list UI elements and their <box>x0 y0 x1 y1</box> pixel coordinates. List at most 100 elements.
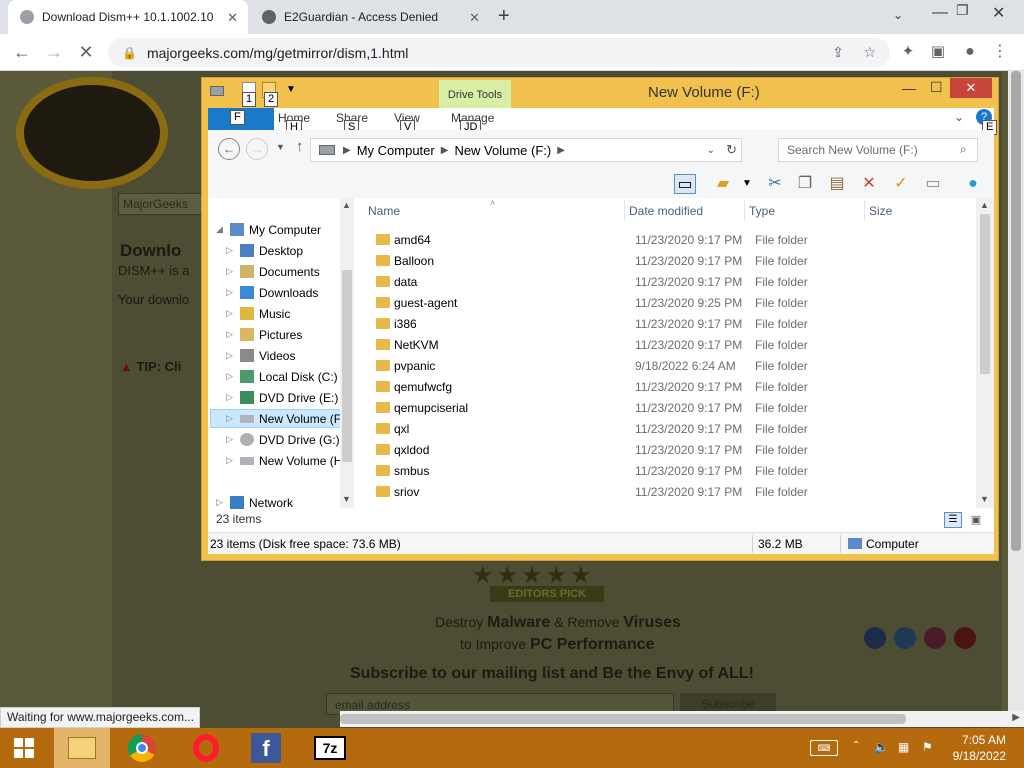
collapsed-icon[interactable]: ▷ <box>226 350 236 361</box>
browser-tab-active[interactable]: Download Dism++ 10.1.1002.10 ✕ <box>8 0 248 34</box>
close-icon[interactable]: ✕ <box>950 78 992 98</box>
expanded-icon[interactable]: ◢ <box>216 224 226 235</box>
stop-icon[interactable]: ✕ <box>74 40 98 64</box>
share-icon[interactable]: ⇪ <box>832 44 844 61</box>
scrollbar-thumb[interactable] <box>980 214 990 374</box>
start-button[interactable] <box>0 728 48 768</box>
dropdown-icon[interactable]: ▼ <box>736 174 758 194</box>
table-row[interactable]: guest-agent 11/23/2020 9:25 PM File folder <box>368 292 968 313</box>
paste-icon[interactable]: ▤ <box>826 174 848 194</box>
chevron-down-icon[interactable]: ⌄ <box>707 145 715 156</box>
explorer-titlebar[interactable]: 1 2 ▼ Drive Tools New Volume (F:) — ☐ ✕ <box>202 78 998 108</box>
collapsed-icon[interactable]: ▷ <box>226 371 236 382</box>
nav-item-dvd-e[interactable]: ▷ DVD Drive (E:) <box>226 388 338 407</box>
nav-item-videos[interactable]: ▷ Videos <box>226 346 295 365</box>
address-bar[interactable]: 🔒 majorgeeks.com/mg/getmirror/dism,1.htm… <box>108 38 890 67</box>
extensions-icon[interactable]: ✦ <box>896 40 920 64</box>
collapsed-icon[interactable]: ▷ <box>216 497 226 508</box>
instagram-icon[interactable] <box>924 627 946 649</box>
forward-icon[interactable]: → <box>42 40 66 64</box>
table-row[interactable]: sriov 11/23/2020 9:17 PM File folder <box>368 481 968 502</box>
large-icons-view-icon[interactable]: ▣ <box>968 512 984 528</box>
chrome-taskbar-button[interactable] <box>114 728 170 768</box>
show-hidden-icons-icon[interactable]: ⌃ <box>852 740 868 756</box>
scroll-right-icon[interactable]: ▶ <box>1012 712 1020 723</box>
details-view-icon[interactable]: ☰ <box>944 512 962 528</box>
tab-search-icon[interactable]: ⌄ <box>893 8 903 22</box>
search-icon[interactable]: ⌕ <box>960 142 967 157</box>
scroll-up-icon[interactable]: ▲ <box>980 200 989 210</box>
table-row[interactable]: smbus 11/23/2020 9:17 PM File folder <box>368 460 968 481</box>
keyboard-icon[interactable]: ⌨ <box>810 740 838 756</box>
file-scrollbar[interactable]: ▲ ▼ <box>976 198 994 508</box>
7zip-taskbar-button[interactable]: 7z <box>302 728 358 768</box>
nav-item-downloads[interactable]: ▷ Downloads <box>226 283 318 302</box>
delete-icon[interactable]: ✕ <box>858 174 880 194</box>
collapsed-icon[interactable]: ▷ <box>226 392 236 403</box>
nav-scrollbar[interactable]: ▲ ▼ <box>340 198 354 508</box>
file-explorer-taskbar-button[interactable] <box>54 728 110 768</box>
close-tab-icon[interactable]: ✕ <box>469 10 480 26</box>
nav-item-new-volume-f[interactable]: ▷ New Volume (F:) <box>210 409 352 428</box>
copy-icon[interactable]: ❐ <box>794 174 816 194</box>
table-row[interactable]: i386 11/23/2020 9:17 PM File folder <box>368 313 968 334</box>
table-row[interactable]: qemufwcfg 11/23/2020 9:17 PM File folder <box>368 376 968 397</box>
expand-ribbon-icon[interactable]: ⌄ <box>954 110 964 124</box>
breadcrumb-item[interactable]: New Volume (F:) <box>454 143 551 158</box>
browser-tab[interactable]: E2Guardian - Access Denied ✕ <box>250 0 490 34</box>
nav-item-my-computer[interactable]: ◢ My Computer <box>216 220 321 239</box>
scrollbar-thumb[interactable] <box>1011 71 1021 551</box>
cut-icon[interactable]: ✂ <box>764 174 786 194</box>
page-scrollbar[interactable] <box>1008 71 1024 711</box>
table-row[interactable]: data 11/23/2020 9:17 PM File folder <box>368 271 968 292</box>
search-input[interactable]: Search New Volume (F:) <box>778 138 978 162</box>
collapsed-icon[interactable]: ▷ <box>226 455 236 466</box>
clock[interactable]: 7:05 AM 9/18/2022 <box>953 732 1006 764</box>
collapsed-icon[interactable]: ▷ <box>226 308 236 319</box>
table-row[interactable]: pvpanic 9/18/2022 6:24 AM File folder <box>368 355 968 376</box>
table-row[interactable]: amd64 11/23/2020 9:17 PM File folder <box>368 229 968 250</box>
nav-item-new-volume-h[interactable]: ▷ New Volume (H:) <box>226 451 350 470</box>
nav-item-music[interactable]: ▷ Music <box>226 304 290 323</box>
scroll-up-icon[interactable]: ▲ <box>342 200 351 210</box>
minimize-icon[interactable]: — <box>932 4 948 22</box>
scrollbar-thumb[interactable] <box>342 270 352 462</box>
back-icon[interactable]: ← <box>10 40 34 64</box>
forward-icon[interactable]: → <box>246 138 268 160</box>
collapsed-icon[interactable]: ▷ <box>226 413 236 424</box>
collapsed-icon[interactable]: ▷ <box>226 245 236 256</box>
nav-item-pictures[interactable]: ▷ Pictures <box>226 325 302 344</box>
rename-icon[interactable]: ▭ <box>922 174 944 194</box>
action-center-icon[interactable]: ⚑ <box>922 740 938 756</box>
youtube-icon[interactable] <box>954 627 976 649</box>
back-icon[interactable]: ← <box>218 138 240 160</box>
scroll-down-icon[interactable]: ▼ <box>980 494 989 504</box>
side-panel-icon[interactable]: ▣ <box>926 40 950 64</box>
facebook-taskbar-button[interactable]: f <box>238 728 294 768</box>
restore-icon[interactable]: ❐ <box>956 2 969 19</box>
collapsed-icon[interactable]: ▷ <box>226 287 236 298</box>
recent-locations-icon[interactable]: ▼ <box>276 142 285 152</box>
close-window-icon[interactable]: ✕ <box>992 3 1005 23</box>
collapsed-icon[interactable]: ▷ <box>226 434 236 445</box>
scrollbar-thumb[interactable] <box>340 714 906 724</box>
column-size[interactable]: Size <box>869 204 892 218</box>
preview-pane-icon[interactable]: ▭ <box>674 174 696 194</box>
close-tab-icon[interactable]: ✕ <box>227 10 238 26</box>
nav-item-network[interactable]: ▷ Network <box>216 493 293 512</box>
volume-muted-icon[interactable]: 🔈 <box>874 740 890 756</box>
file-tab[interactable]: F <box>208 108 274 130</box>
refresh-icon[interactable]: ↻ <box>726 142 737 158</box>
table-row[interactable]: qxl 11/23/2020 9:17 PM File folder <box>368 418 968 439</box>
table-row[interactable]: NetKVM 11/23/2020 9:17 PM File folder <box>368 334 968 355</box>
up-icon[interactable]: ↑ <box>296 138 304 155</box>
profile-icon[interactable]: ● <box>958 40 982 64</box>
column-name[interactable]: Name <box>368 204 400 218</box>
breadcrumb[interactable]: ▶ My Computer ▶ New Volume (F:) ▶ ⌄ ↻ <box>310 138 742 162</box>
qat-dropdown-icon[interactable]: ▼ <box>286 84 296 95</box>
nav-item-local-disk[interactable]: ▷ Local Disk (C:) <box>226 367 338 386</box>
collapsed-icon[interactable]: ▷ <box>226 329 236 340</box>
network-icon[interactable]: ▦ <box>898 740 914 756</box>
twitter-icon[interactable] <box>894 627 916 649</box>
horizontal-scrollbar[interactable]: ▶ <box>340 711 1024 727</box>
